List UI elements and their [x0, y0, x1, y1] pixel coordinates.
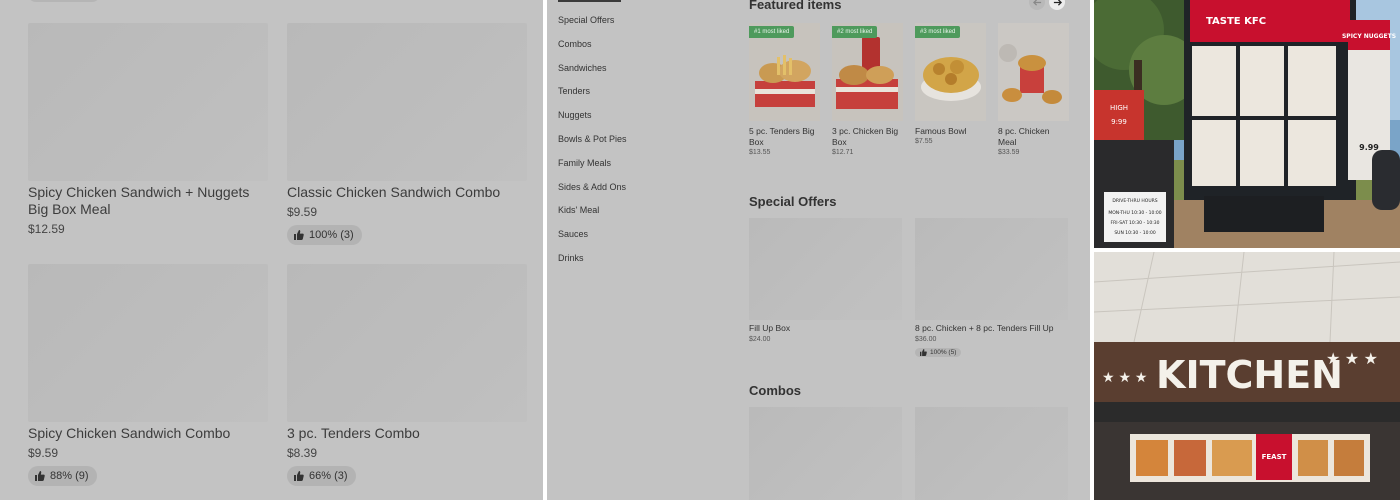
featured-item-price: $7.55: [915, 138, 933, 145]
special-offers-heading: Special Offers: [749, 194, 837, 209]
item-image-placeholder: [287, 264, 527, 422]
svg-text:KITCHEN: KITCHEN: [1156, 353, 1343, 397]
item-image-placeholder: [749, 407, 902, 500]
item-image-placeholder: [28, 264, 268, 422]
offer-item-name: 8 pc. Chicken + 8 pc. Tenders Fill Up: [915, 323, 1054, 333]
svg-text:DRIVE-THRU HOURS: DRIVE-THRU HOURS: [1112, 198, 1157, 204]
offer-item-card[interactable]: Fill Up Box $24.00: [749, 218, 902, 343]
rating-text: 100% (3): [309, 229, 354, 241]
item-price: $12.59: [28, 222, 65, 236]
rating-badge: 66% (3): [287, 466, 356, 486]
combos-heading: Combos: [749, 383, 801, 398]
featured-item-name: 3 pc. Chicken Big Box: [832, 126, 899, 147]
item-image-placeholder: [915, 218, 1068, 320]
featured-item-price: $12.71: [832, 149, 854, 156]
item-price: $9.59: [28, 446, 59, 460]
svg-text:9:99: 9:99: [1111, 118, 1127, 126]
item-image-placeholder: [287, 23, 527, 181]
featured-item-price: $13.55: [749, 149, 771, 156]
thumbs-up-icon: [294, 230, 304, 240]
featured-item-name: 8 pc. Chicken Meal: [998, 126, 1050, 147]
most-liked-badge: #2 most liked: [832, 26, 878, 38]
most-liked-badge: #3 most liked: [915, 26, 961, 38]
offer-item-name: Fill Up Box: [749, 323, 791, 333]
offer-item-card[interactable]: 8 pc. Chicken + 8 pc. Tenders Fill Up $3…: [915, 218, 1068, 361]
menu-grid-panel: Spicy Chicken Sandwich + Nuggets Big Box…: [0, 0, 543, 500]
combo-item-card[interactable]: [749, 407, 902, 500]
menu-item-card[interactable]: Spicy Chicken Sandwich Combo $9.59 88% (…: [28, 264, 268, 486]
item-price: $8.39: [287, 446, 318, 460]
rating-text: 88% (9): [50, 470, 89, 482]
rating-badge: 100% (5): [915, 348, 962, 357]
featured-item-name: 5 pc. Tenders Big Box: [749, 126, 815, 147]
svg-text:MON-THU 10:30 - 10:00: MON-THU 10:30 - 10:00: [1108, 210, 1161, 216]
category-drinks[interactable]: Drinks: [558, 253, 584, 263]
tenders-box-image: #1 most liked: [749, 23, 820, 121]
category-sandwiches[interactable]: Sandwiches: [558, 63, 607, 73]
svg-text:HIGH: HIGH: [1110, 104, 1128, 112]
category-sides-add-ons[interactable]: Sides & Add Ons: [558, 182, 626, 192]
menu-item-card[interactable]: 3 pc. Tenders Combo $8.39 66% (3): [287, 264, 527, 486]
svg-text:FRI-SAT 10:30 - 10:30: FRI-SAT 10:30 - 10:30: [1111, 220, 1160, 226]
featured-items-heading: Featured items: [749, 0, 842, 12]
svg-text:FEAST: FEAST: [1262, 453, 1287, 461]
svg-text:TASTE KFC: TASTE KFC: [1206, 16, 1266, 27]
famous-bowl-image: #3 most liked: [915, 23, 986, 121]
rating-badge: 88% (9): [28, 466, 97, 486]
arrow-right-icon: [1053, 0, 1062, 6]
category-nuggets[interactable]: Nuggets: [558, 110, 592, 120]
svg-text:9.99: 9.99: [1359, 143, 1379, 152]
category-tenders[interactable]: Tenders: [558, 86, 590, 96]
rating-text: 100% (5): [930, 349, 957, 356]
featured-item-card[interactable]: 8 pc. Chicken Meal $33.59: [998, 23, 1069, 156]
store-menu-panel: Special Offers Combos Sandwiches Tenders…: [547, 0, 1090, 500]
category-kids-meal[interactable]: Kids' Meal: [558, 205, 599, 215]
svg-text:SPICY NUGGETS: SPICY NUGGETS: [1342, 33, 1396, 40]
menu-item-card[interactable]: Classic Chicken Sandwich Combo $9.59 100…: [287, 23, 527, 245]
item-price: $9.59: [287, 205, 318, 219]
featured-item-name: Famous Bowl: [915, 126, 967, 136]
rating-badge: 100% (3): [287, 225, 362, 245]
rating-text: 66% (3): [309, 470, 348, 482]
most-liked-badge: #1 most liked: [749, 26, 795, 38]
item-name: 3 pc. Tenders Combo: [287, 425, 420, 441]
item-name: Classic Chicken Sandwich Combo: [287, 184, 501, 200]
item-image-placeholder: [28, 23, 268, 181]
item-image-placeholder: [915, 407, 1068, 500]
active-tab-underline: [558, 0, 621, 2]
carousel-next-button[interactable]: [1049, 0, 1065, 10]
svg-text:SUN 10:30 - 10:00: SUN 10:30 - 10:00: [1114, 230, 1156, 236]
featured-item-price: $33.59: [998, 149, 1020, 156]
top-pill-stub: [28, 0, 100, 2]
thumbs-up-icon: [920, 349, 927, 356]
item-image-placeholder: [749, 218, 902, 320]
category-family-meals[interactable]: Family Meals: [558, 158, 611, 168]
svg-text:★ ★ ★: ★ ★ ★: [1326, 351, 1378, 368]
chicken-meal-image: [998, 23, 1069, 121]
menu-item-card[interactable]: Spicy Chicken Sandwich + Nuggets Big Box…: [28, 23, 268, 236]
featured-item-card[interactable]: #3 most liked Famous Bowl $7.55: [915, 23, 986, 145]
category-bowls-pot-pies[interactable]: Bowls & Pot Pies: [558, 134, 627, 144]
thumbs-up-icon: [35, 471, 45, 481]
svg-text:★ ★ ★: ★ ★ ★: [1102, 369, 1147, 385]
kitchen-sign-photo: KITCHEN ★ ★ ★ ★ ★ ★ FEAST: [1094, 252, 1400, 500]
category-special-offers[interactable]: Special Offers: [558, 15, 614, 25]
featured-item-card[interactable]: #2 most liked 3 pc. Chicken Big Box $12.…: [832, 23, 903, 156]
chicken-big-box-image: #2 most liked: [832, 23, 903, 121]
combo-item-card[interactable]: [915, 407, 1068, 500]
item-name: Spicy Chicken Sandwich + Nuggets Big Box…: [28, 184, 250, 217]
featured-item-card[interactable]: #1 most liked 5 pc. Tenders Big Box $13.…: [749, 23, 820, 156]
category-combos[interactable]: Combos: [558, 39, 592, 49]
drive-thru-menu-board-photo: HIGH 9:99 DRIVE-THRU HOURS MON-THU 10:30…: [1094, 0, 1400, 248]
arrow-left-icon: [1032, 0, 1041, 6]
category-sauces[interactable]: Sauces: [558, 229, 588, 239]
offer-item-price: $36.00: [915, 336, 937, 343]
thumbs-up-icon: [294, 471, 304, 481]
carousel-prev-button[interactable]: [1029, 0, 1045, 10]
item-name: Spicy Chicken Sandwich Combo: [28, 425, 231, 441]
offer-item-price: $24.00: [749, 336, 771, 343]
